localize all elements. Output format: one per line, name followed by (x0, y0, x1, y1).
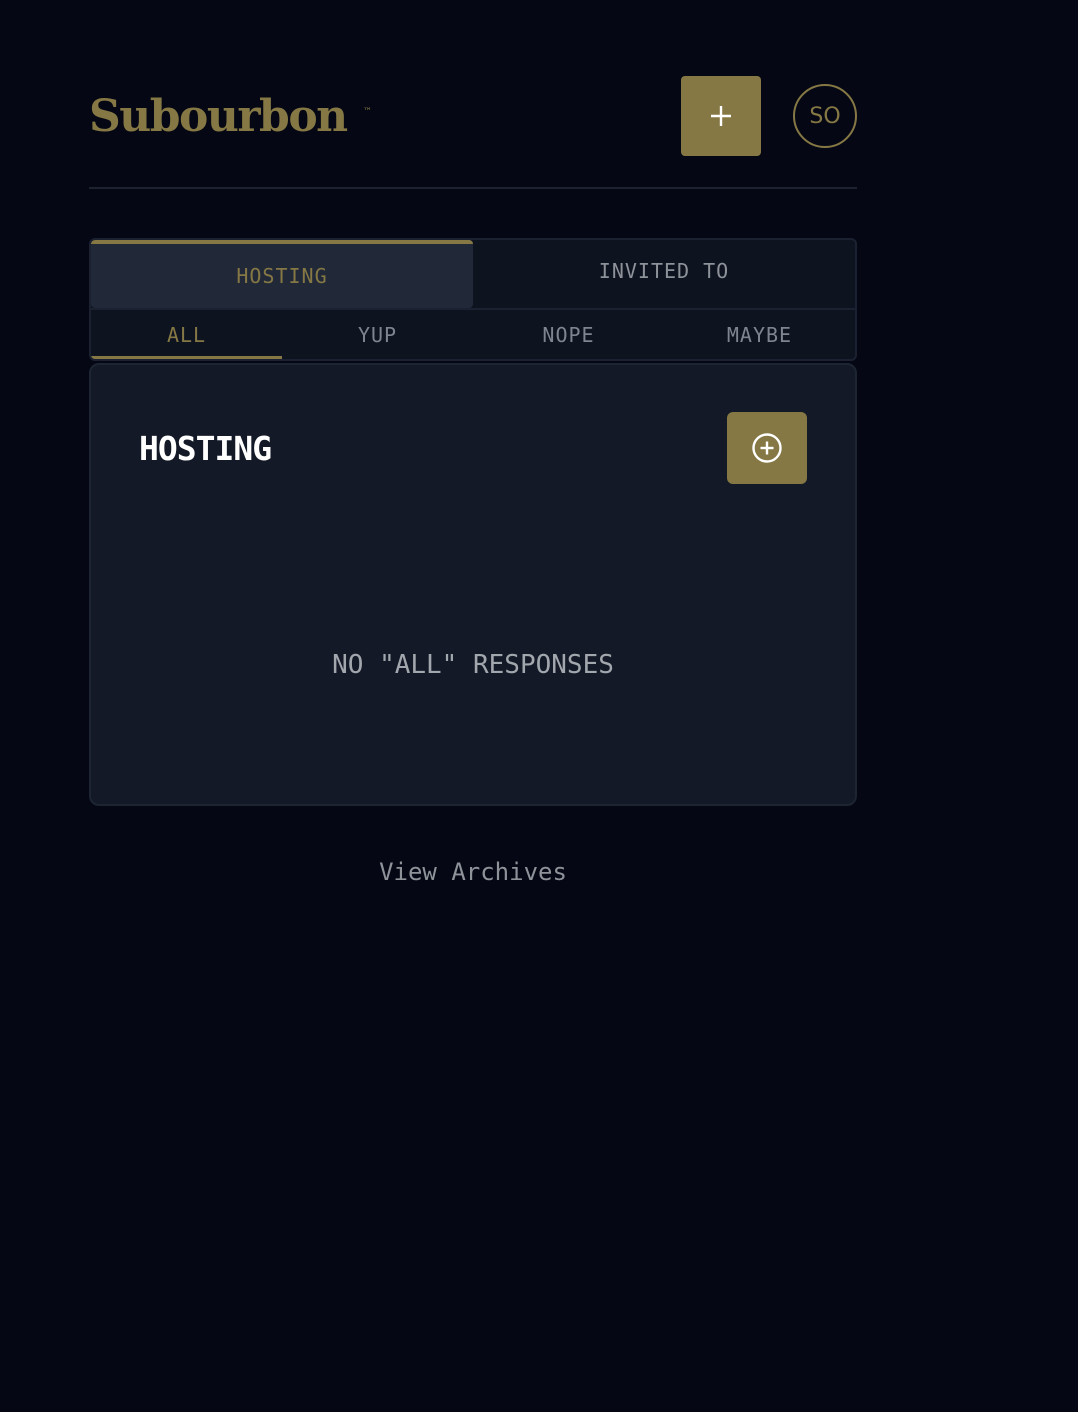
logo: Subourbon (89, 91, 348, 142)
avatar[interactable]: SO (793, 84, 857, 148)
add-event-button[interactable] (681, 76, 761, 156)
hosting-card: HOSTING NO "ALL" RESPONSES (89, 363, 857, 806)
empty-state-message: NO "ALL" RESPONSES (332, 650, 614, 680)
view-archives-link[interactable]: View Archives (89, 858, 857, 886)
tabs-container: HOSTING INVITED TO ALL YUP NOPE MAYBE (89, 238, 857, 361)
header-divider (89, 187, 857, 189)
filter-tab-nope[interactable]: NOPE (473, 310, 664, 359)
filter-tabs: ALL YUP NOPE MAYBE (91, 310, 855, 359)
tab-invited-to[interactable]: INVITED TO (473, 240, 855, 305)
avatar-initials: SO (809, 103, 841, 129)
add-hosting-button[interactable] (727, 412, 807, 484)
filter-tab-all[interactable]: ALL (91, 310, 282, 359)
trademark-mark: ™ (363, 107, 372, 117)
tab-hosting[interactable]: HOSTING (91, 240, 473, 308)
plus-icon (711, 106, 731, 126)
card-title: HOSTING (139, 429, 272, 468)
main-tabs: HOSTING INVITED TO (91, 240, 855, 310)
header: Subourbon ™ SO (89, 76, 857, 156)
page: Subourbon ™ SO HOSTING INVITED TO ALL YU… (0, 0, 1078, 1412)
plus-circle-icon (752, 433, 782, 463)
filter-tab-yup[interactable]: YUP (282, 310, 473, 359)
filter-tab-maybe[interactable]: MAYBE (664, 310, 855, 359)
